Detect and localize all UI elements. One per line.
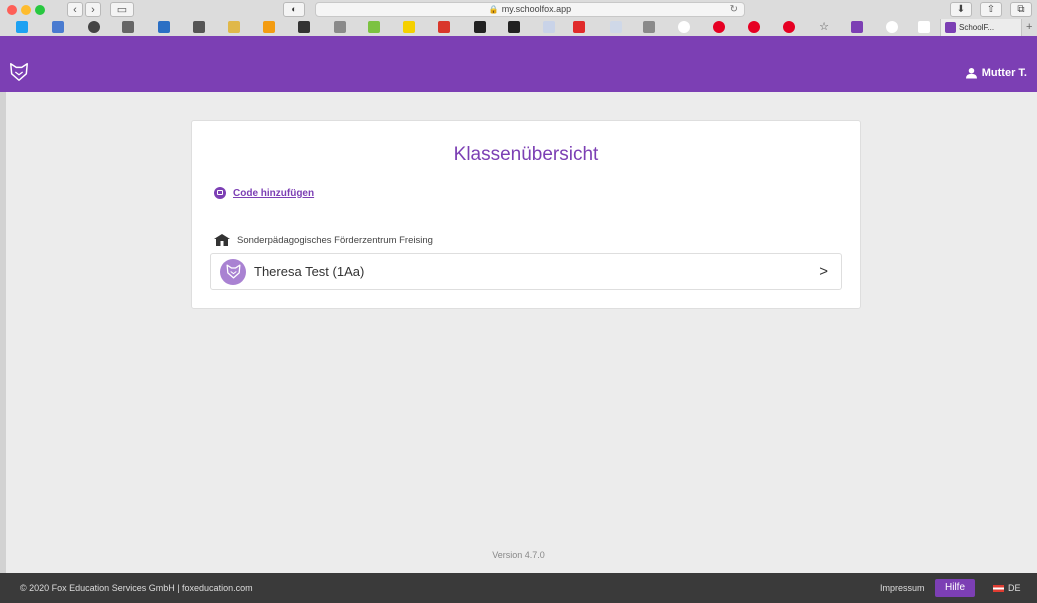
app-header: Mutter T.: [0, 56, 1037, 92]
bookmark-star-icon[interactable]: ☆: [818, 21, 830, 33]
language-label: DE: [1008, 583, 1021, 593]
version-label: Version 4.7.0: [492, 550, 545, 560]
bookmark-instagram-icon[interactable]: [193, 21, 205, 33]
footer: © 2020 Fox Education Services GmbH | fox…: [0, 573, 1037, 603]
bookmark-pinterest-icon[interactable]: [713, 21, 725, 33]
new-tab-icon[interactable]: +: [1026, 19, 1032, 36]
bookmark-schoolfox-icon[interactable]: [851, 21, 863, 33]
class-list-item[interactable]: Theresa Test (1Aa) >: [210, 253, 842, 290]
user-name: Mutter T.: [981, 67, 1027, 79]
forward-button[interactable]: ›: [85, 2, 101, 17]
class-avatar: [220, 258, 246, 285]
minimize-window-button[interactable]: [21, 5, 31, 15]
help-button[interactable]: Hilfe: [935, 579, 976, 597]
user-menu[interactable]: Mutter T.: [965, 67, 1027, 79]
page-title: Klassenübersicht: [453, 144, 599, 165]
left-edge: [0, 92, 6, 573]
copyright-text[interactable]: © 2020 Fox Education Services GmbH | fox…: [20, 583, 253, 593]
bookmark-icon[interactable]: [52, 21, 64, 33]
bookmark-icon[interactable]: [403, 21, 415, 33]
chevron-right-icon: >: [819, 263, 828, 280]
fox-logo-icon[interactable]: [8, 61, 30, 88]
bookmark-twitter-icon[interactable]: [16, 21, 28, 33]
browser-toolbar: ‹ › ▭ ◐ 🔒 my.schoolfox.app ↻ ⬇ ⇧ ⧉: [0, 0, 1037, 19]
tabs-overview-icon[interactable]: ⧉: [1010, 2, 1032, 17]
reload-icon[interactable]: ↻: [730, 3, 738, 16]
bookmark-amazon-icon[interactable]: [474, 21, 486, 33]
fullscreen-window-button[interactable]: [35, 5, 45, 15]
bookmark-icon[interactable]: [573, 21, 585, 33]
header-strip: [0, 36, 1037, 56]
school-header: Sonderpädagogisches Förderzentrum Freisi…: [214, 234, 433, 246]
bookmark-icon[interactable]: [334, 21, 346, 33]
url-text: my.schoolfox.app: [501, 4, 572, 14]
share-icon[interactable]: ⇧: [980, 2, 1002, 17]
privacy-shield-icon[interactable]: ◐: [283, 2, 305, 17]
fox-avatar-icon: [225, 264, 241, 279]
bookmark-icon[interactable]: [122, 21, 134, 33]
bookmark-icon[interactable]: [368, 21, 380, 33]
bookmark-google-icon[interactable]: [886, 21, 898, 33]
impressum-link[interactable]: Impressum: [880, 583, 925, 593]
bookmark-pinterest-icon[interactable]: [748, 21, 760, 33]
bookmark-icon[interactable]: [643, 21, 655, 33]
add-code-link[interactable]: Code hinzufügen: [214, 187, 314, 199]
bookmark-icon[interactable]: [610, 21, 622, 33]
download-icon[interactable]: ⬇: [950, 2, 972, 17]
bookmark-icon[interactable]: [438, 21, 450, 33]
flag-icon: [993, 584, 1004, 592]
back-button[interactable]: ‹: [67, 2, 83, 17]
bookmark-icon[interactable]: [228, 21, 240, 33]
bookmark-pinterest-icon[interactable]: [783, 21, 795, 33]
language-selector[interactable]: DE: [993, 583, 1021, 593]
schoolfox-favicon-icon: [945, 22, 956, 33]
class-overview-card: Klassenübersicht Code hinzufügen Sonderp…: [191, 120, 861, 309]
user-icon: [965, 67, 977, 79]
bookmark-icon[interactable]: [263, 21, 275, 33]
bookmark-icon[interactable]: [298, 21, 310, 33]
school-icon: [214, 234, 230, 246]
school-name: Sonderpädagogisches Förderzentrum Freisi…: [237, 234, 433, 246]
tab-title: SchoolF...: [959, 23, 995, 32]
active-tab[interactable]: SchoolF...: [940, 19, 1022, 36]
sidebar-toggle-icon[interactable]: ▭: [110, 2, 134, 17]
class-name: Theresa Test (1Aa): [254, 264, 365, 279]
add-code-icon: [214, 187, 226, 199]
close-window-button[interactable]: [7, 5, 17, 15]
bookmark-amazon-icon[interactable]: [508, 21, 520, 33]
address-bar[interactable]: 🔒 my.schoolfox.app ↻: [315, 2, 745, 17]
bookmark-icon[interactable]: [543, 21, 555, 33]
bookmark-google-icon[interactable]: [678, 21, 690, 33]
bookmarks-bar: ☆: [0, 19, 1037, 36]
add-code-label: Code hinzufügen: [233, 187, 315, 199]
browser-chrome: ‹ › ▭ ◐ 🔒 my.schoolfox.app ↻ ⬇ ⇧ ⧉ ☆ Sch…: [0, 0, 1037, 37]
bookmark-gmail-icon[interactable]: [918, 21, 930, 33]
lock-icon: 🔒: [488, 5, 499, 14]
bookmark-icon[interactable]: [158, 21, 170, 33]
bookmark-icon[interactable]: [88, 21, 100, 33]
